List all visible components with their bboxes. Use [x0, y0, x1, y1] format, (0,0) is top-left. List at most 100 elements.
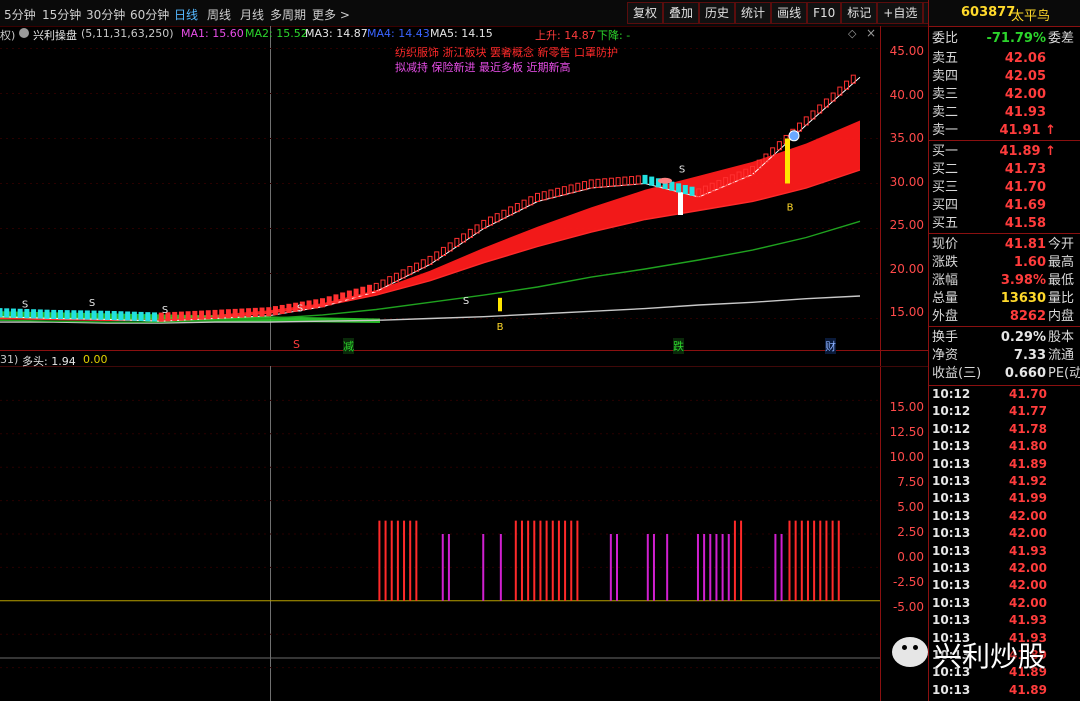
candle [192, 310, 198, 321]
order-book-row[interactable]: 卖四 42.05 [930, 68, 1080, 86]
stat-row: 收益(三) 0.660 PE(动 [930, 365, 1080, 383]
sub-y-neg5: -5.00 [892, 600, 924, 614]
candle [682, 185, 688, 195]
chart-right-border [880, 26, 881, 701]
order-book-value: 42.00 [1004, 87, 1046, 102]
price-chart[interactable]: S S S S S S B B [0, 26, 880, 350]
tick-price: 42.00 [1009, 561, 1047, 575]
sub-bar [378, 520, 381, 601]
order-book-row[interactable]: 买四 41.69 [930, 197, 1080, 215]
stats-button[interactable]: 统计 [735, 2, 772, 24]
sub-bar [415, 520, 418, 601]
sub-bar [403, 520, 406, 601]
history-button[interactable]: 历史 [699, 2, 736, 24]
overlay-button[interactable]: 叠加 [663, 2, 700, 24]
candle [568, 184, 574, 194]
period-toolbar: 5分钟 15分钟 30分钟 60分钟 日线 周线 月线 多周期 更多 > 复权 … [0, 0, 1080, 27]
tick-row: 10:12 41.70 [930, 386, 1080, 403]
tick-row: 10:13 42.00 [930, 560, 1080, 577]
sub-bar [806, 520, 809, 601]
sub-indicator-chart[interactable] [0, 367, 880, 701]
period-daily[interactable]: 日线 [174, 6, 198, 23]
candle [178, 311, 184, 321]
order-book-row[interactable]: 卖二 41.93 [930, 104, 1080, 122]
candle [64, 310, 70, 320]
sub-bar [545, 520, 548, 601]
main-sub-divider [0, 350, 928, 351]
tick-time: 10:13 [932, 439, 971, 454]
y-label-25: 25.00 [889, 218, 924, 232]
tick-price: 41.93 [1009, 613, 1047, 628]
stat-value: 8262 [1009, 309, 1046, 324]
tick-time: 10:13 [932, 595, 971, 610]
candle [279, 304, 285, 315]
candle [232, 308, 238, 318]
candle [367, 284, 373, 294]
sub-bar [780, 534, 783, 601]
stat-label: 净资 [932, 348, 959, 363]
order-book-row[interactable]: 卖五 42.06 [930, 50, 1080, 68]
mark-button[interactable]: 标记 [841, 2, 878, 24]
period-60min[interactable]: 60分钟 [130, 6, 169, 23]
period-more[interactable]: 更多 > [312, 6, 350, 23]
stat-value: 3.98% [1000, 273, 1046, 288]
draw-button[interactable]: 画线 [771, 2, 808, 24]
candle [4, 308, 10, 318]
sub-bar [539, 520, 542, 601]
candle [320, 298, 325, 308]
y-label-15: 15.00 [889, 305, 924, 319]
stat-extra: 量比 [1048, 291, 1075, 306]
order-book-row[interactable]: 买三 41.70 [930, 179, 1080, 197]
order-book-row[interactable]: 卖三 42.00 [930, 86, 1080, 104]
f10-button[interactable]: F10 [807, 2, 842, 24]
stat-label: 收益(三) [932, 366, 982, 381]
order-book-label: 买四 [932, 198, 959, 213]
tick-time: 10:12 [932, 387, 971, 401]
period-monthly[interactable]: 月线 [240, 6, 264, 23]
period-weekly[interactable]: 周线 [207, 6, 231, 23]
adjust-button[interactable]: 复权 [627, 2, 664, 24]
candle [635, 175, 641, 185]
candle [582, 181, 588, 191]
period-multi[interactable]: 多周期 [270, 6, 306, 23]
order-book-row[interactable]: 卖一 41.91 ↑ [930, 122, 1080, 140]
order-book-row[interactable]: 买二 41.73 [930, 161, 1080, 179]
signal-marker: S [297, 303, 303, 314]
sub-bar [616, 534, 618, 601]
candle [205, 310, 211, 320]
sub-bar [721, 534, 724, 601]
sub-bar [666, 534, 669, 601]
candle [105, 310, 110, 320]
stat-extra: 内盘 [1048, 309, 1075, 324]
order-book-row[interactable]: 委比 -71.79% 委差 [930, 30, 1080, 48]
period-5min[interactable]: 5分钟 [4, 6, 36, 23]
sub-bar [800, 520, 803, 601]
order-book-extra: 委差 [1048, 31, 1075, 46]
candle [602, 178, 608, 188]
tick-time: 10:13 [932, 682, 971, 697]
order-book-row[interactable]: 买五 41.58 [930, 215, 1080, 233]
toolbar-buttons: 复权 叠加 历史 统计 画线 F10 标记 +自选 返回 [627, 2, 960, 24]
candle [548, 189, 554, 199]
tick-price: 41.78 [1009, 421, 1047, 436]
y-label-35: 35.00 [889, 131, 924, 145]
sub-bar [447, 534, 450, 601]
tick-row: 10:13 41.89 [930, 456, 1080, 473]
sub-bar [788, 520, 791, 601]
stat-value: 41.81 [1004, 237, 1046, 252]
period-15min[interactable]: 15分钟 [42, 6, 81, 23]
period-30min[interactable]: 30分钟 [86, 6, 125, 23]
add-watchlist-button[interactable]: +自选 [877, 2, 924, 24]
sub-bar [409, 520, 412, 601]
tick-time: 10:13 [932, 561, 971, 575]
candle [219, 309, 225, 319]
tick-time: 10:13 [932, 474, 971, 488]
signal-marker: S [89, 298, 95, 309]
sub-bar [740, 520, 743, 601]
tick-time: 10:13 [932, 456, 971, 471]
stat-label: 总量 [932, 291, 959, 306]
sub-y-12.5: 12.50 [889, 425, 924, 439]
order-book-row[interactable]: 买一 41.89 ↑ [930, 143, 1080, 161]
stat-value: 0.29% [1000, 330, 1046, 345]
tick-row: 10:13 42.00 [930, 595, 1080, 612]
